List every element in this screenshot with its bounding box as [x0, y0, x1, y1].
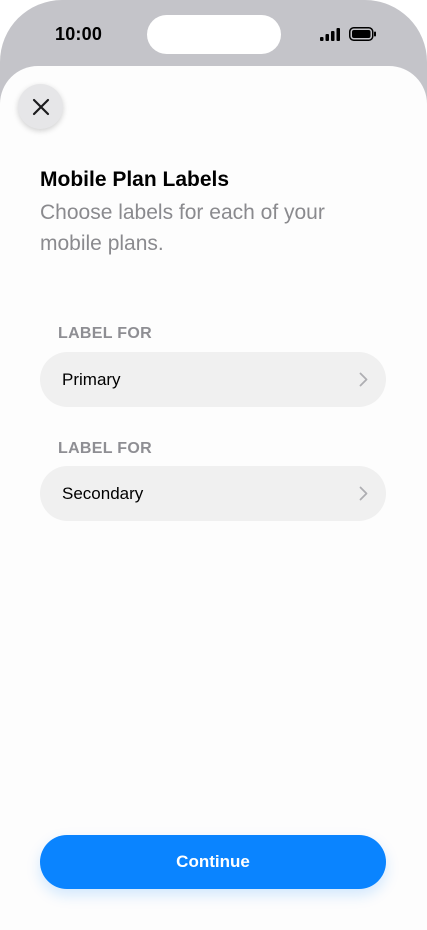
- section-header-secondary: LABEL FOR: [58, 440, 152, 457]
- continue-button[interactable]: Continue: [40, 835, 386, 889]
- close-button[interactable]: [18, 84, 63, 129]
- battery-icon: [349, 27, 376, 41]
- row-value: Primary: [62, 369, 121, 389]
- signal-icon: [320, 27, 340, 41]
- chevron-right-icon: [359, 486, 368, 501]
- secondary-label-row[interactable]: Secondary: [40, 466, 386, 521]
- status-time: 10:00: [55, 24, 103, 44]
- page-subtitle: Choose labels for each of your mobile pl…: [40, 201, 325, 255]
- close-icon: [32, 98, 49, 115]
- primary-label-row[interactable]: Primary: [40, 352, 386, 407]
- phone-screen: 10:00 Mobile Plan Labels Choose labels f…: [0, 0, 427, 930]
- chevron-right-icon: [359, 372, 368, 387]
- row-value: Secondary: [62, 483, 144, 503]
- page-title: Mobile Plan Labels: [40, 168, 230, 191]
- status-icons: [320, 27, 377, 41]
- section-header-primary: LABEL FOR: [58, 325, 152, 342]
- dynamic-island: [147, 15, 281, 54]
